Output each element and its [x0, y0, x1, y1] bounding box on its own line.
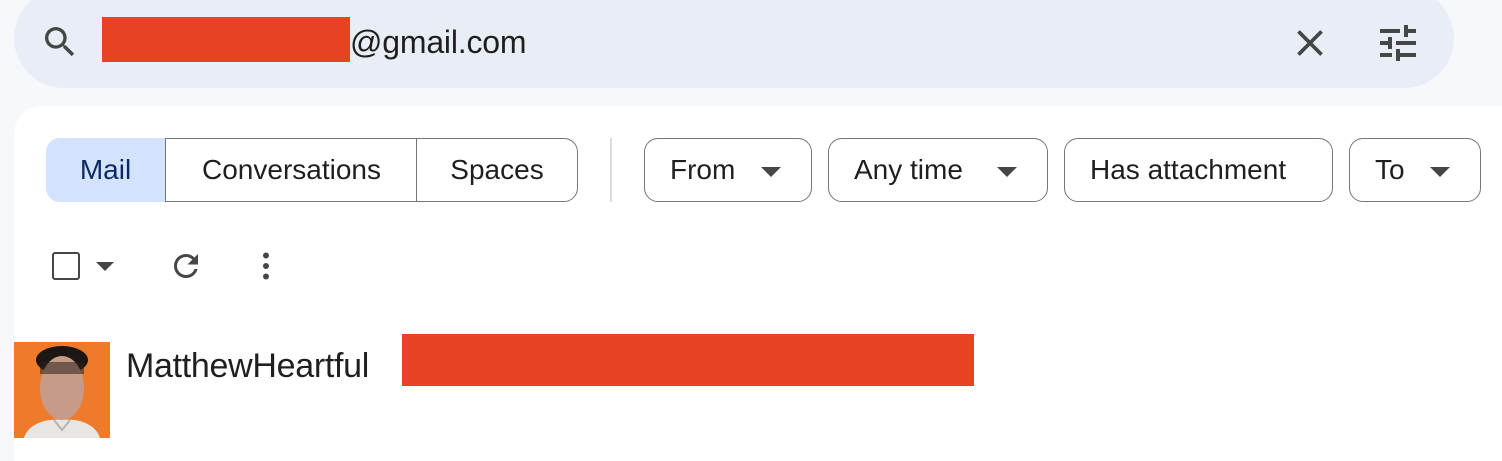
redacted-email-prefix	[102, 17, 350, 62]
search-icon[interactable]	[40, 22, 80, 62]
sender-name[interactable]: MatthewHeartful	[126, 344, 369, 388]
chevron-down-icon	[997, 167, 1017, 177]
avatar-photo-icon	[14, 342, 110, 438]
tab-mail[interactable]: Mail	[46, 138, 165, 202]
filter-any-time-label: Any time	[854, 154, 963, 185]
tune-icon[interactable]	[1374, 19, 1422, 67]
more-vert-icon[interactable]	[252, 248, 280, 284]
filter-to-label: To	[1375, 154, 1405, 185]
filter-has-attachment-label: Has attachment	[1090, 154, 1287, 185]
filter-divider	[610, 138, 612, 202]
filter-from-label: From	[670, 154, 736, 185]
avatar[interactable]	[14, 342, 110, 438]
filter-has-attachment-chip[interactable]: Has attachment	[1064, 138, 1333, 202]
search-input[interactable]: @gmail.com	[350, 20, 527, 64]
filter-to-chip[interactable]: To	[1349, 138, 1481, 202]
tab-spaces[interactable]: Spaces	[416, 138, 578, 202]
close-icon[interactable]	[1288, 21, 1332, 65]
redacted-sender-detail	[402, 334, 974, 386]
select-options-chevron-down-icon[interactable]	[96, 262, 114, 271]
filter-any-time-chip[interactable]: Any time	[828, 138, 1048, 202]
chevron-down-icon	[761, 167, 781, 177]
filter-from-chip[interactable]: From	[644, 138, 812, 202]
tab-conversations[interactable]: Conversations	[165, 138, 417, 202]
select-all-checkbox[interactable]	[52, 252, 80, 280]
refresh-icon[interactable]	[168, 248, 204, 284]
chevron-down-icon	[1430, 167, 1450, 177]
